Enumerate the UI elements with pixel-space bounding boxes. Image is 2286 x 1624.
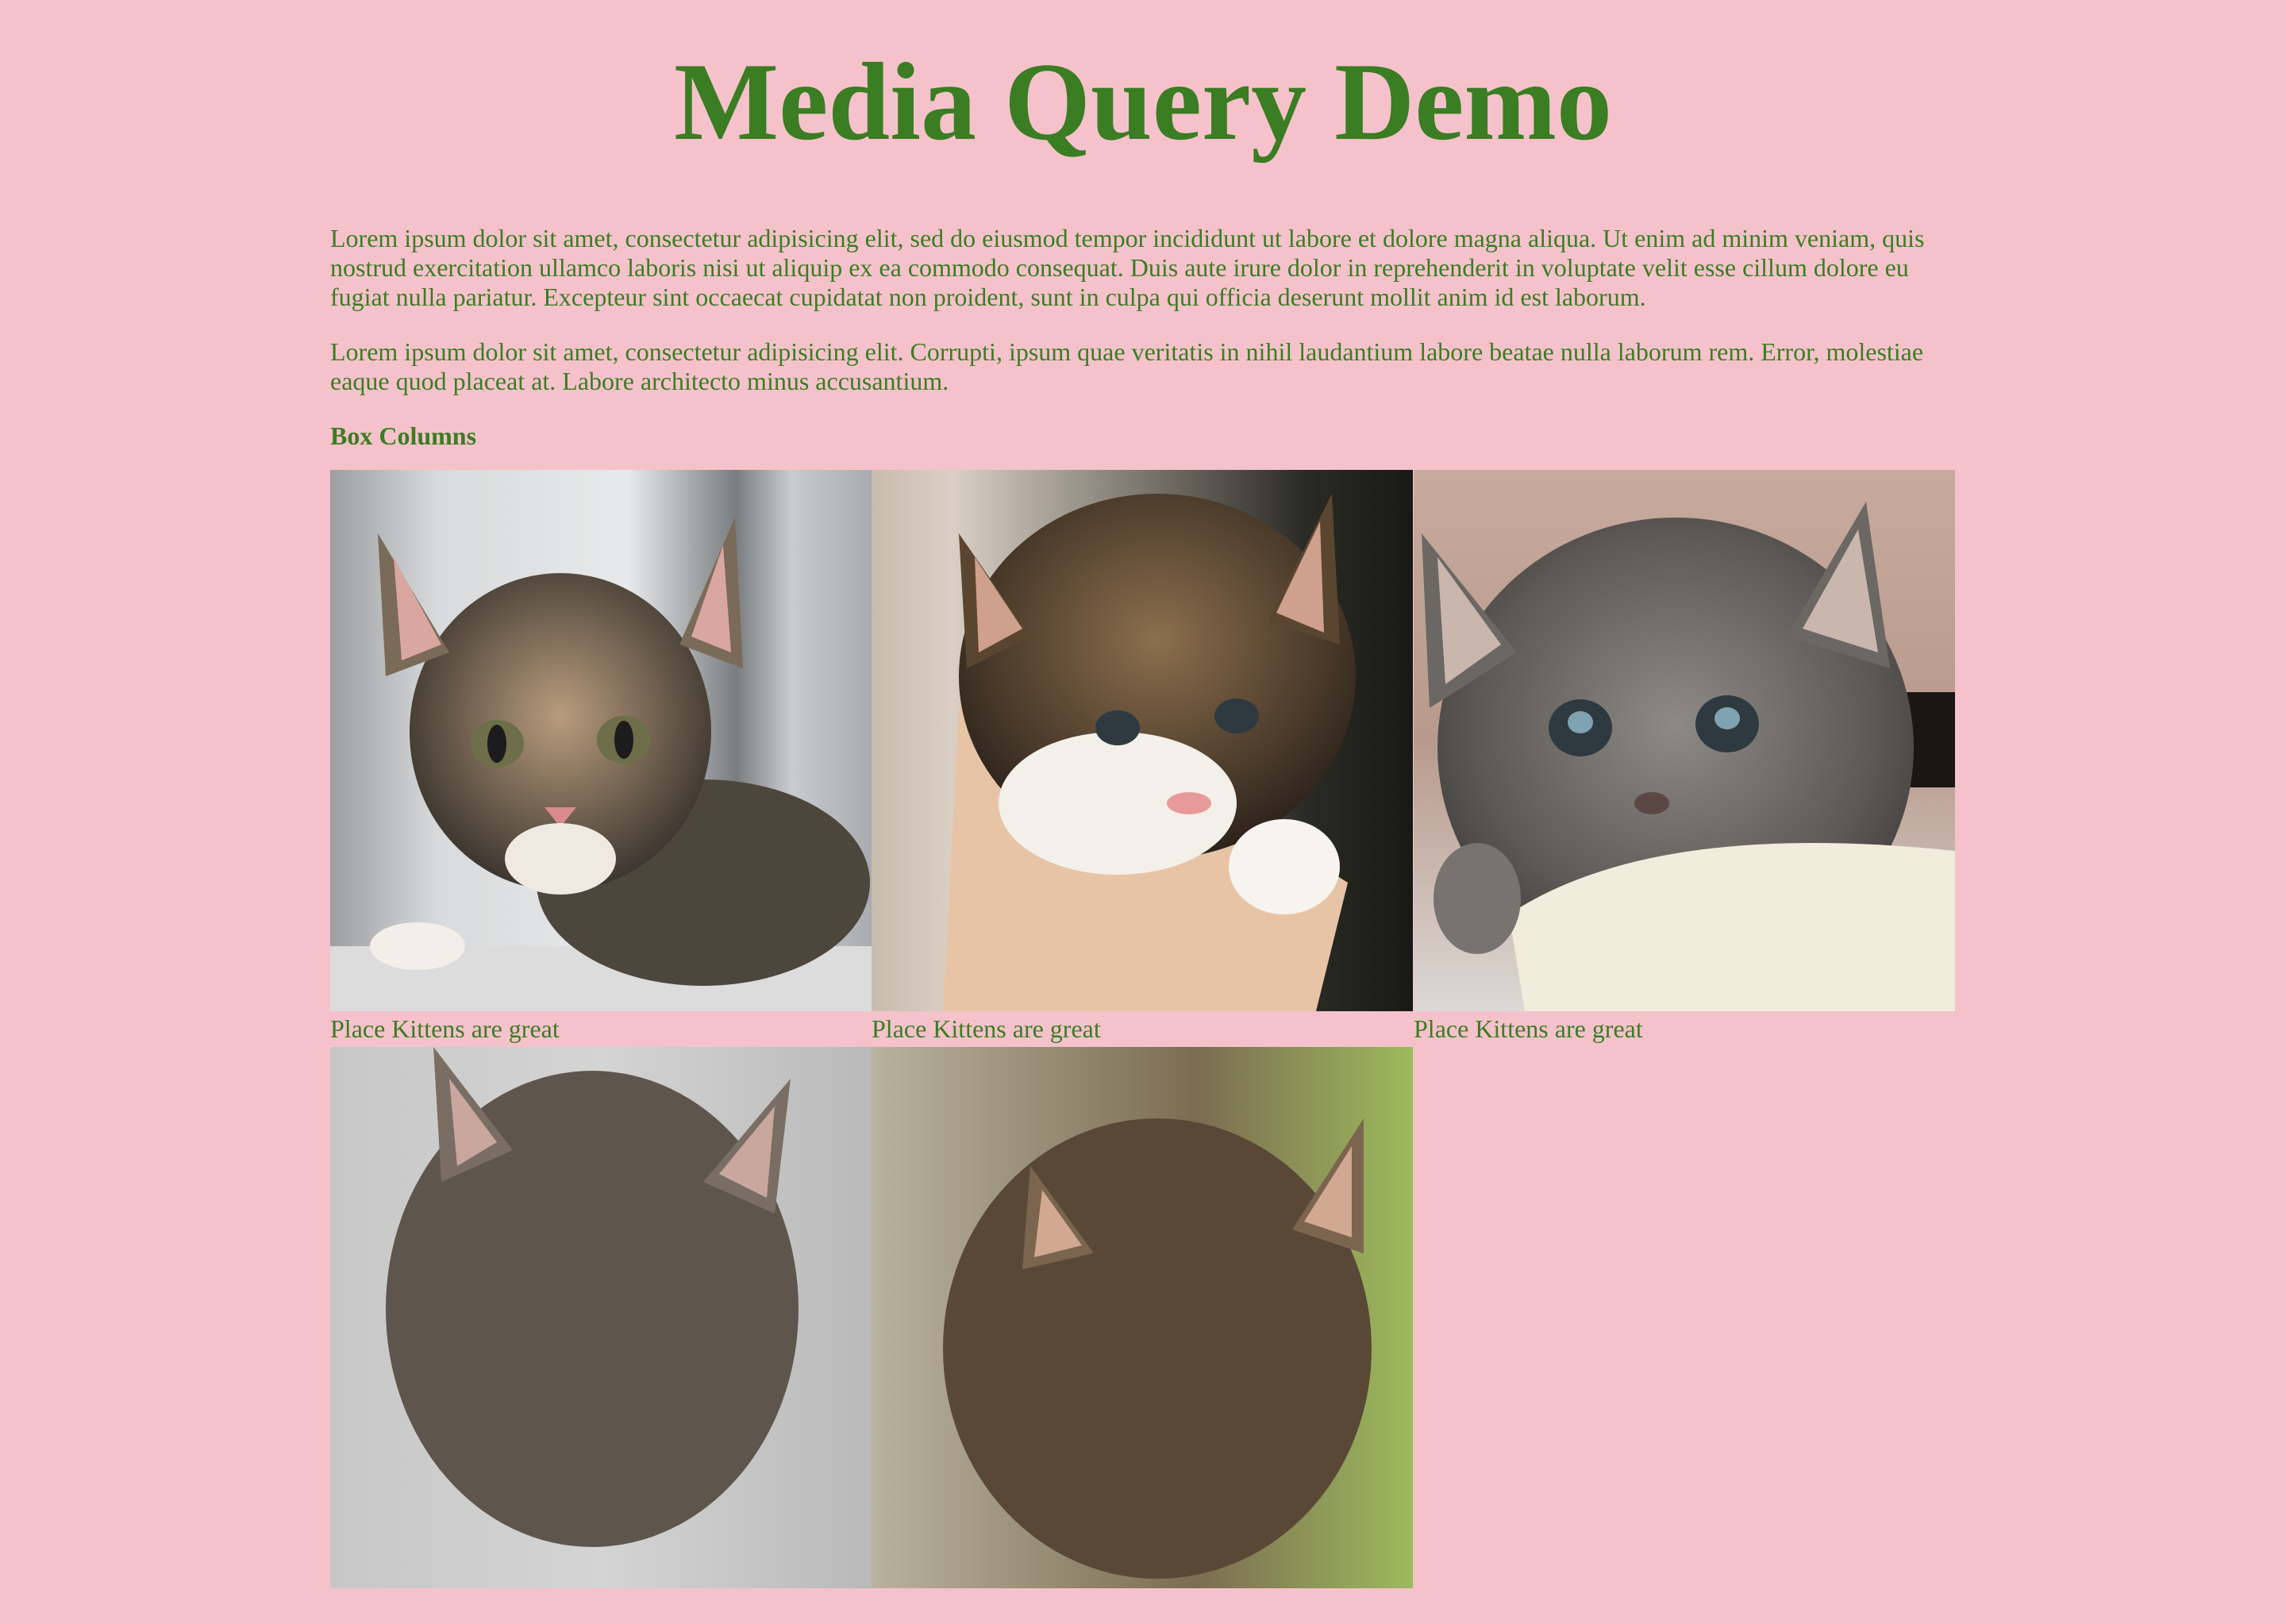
kitten-caption-3: Place Kittens are great [1414, 1014, 1643, 1043]
intro-paragraph-1: Lorem ipsum dolor sit amet, consectetur … [330, 224, 1925, 311]
page-title: Media Query Demo [674, 40, 1612, 164]
kitten-grid: Place Kittens are great Place Kittens ar… [330, 470, 1956, 1624]
kitten-card-3: Place Kittens are great [1414, 470, 1955, 1047]
intro-paragraph-2: Lorem ipsum dolor sit amet, consectetur … [330, 337, 1924, 395]
kitten-photo-1 [330, 470, 872, 1011]
kitten-photo-2 [872, 470, 1413, 1011]
kitten-card-2: Place Kittens are great [872, 470, 1413, 1047]
kitten-caption-1: Place Kittens are great [330, 1014, 560, 1043]
kitten-photo-4 [330, 1047, 872, 1588]
page-container: Media Query Demo Lorem ipsum dolor sit a… [330, 0, 1956, 1624]
kitten-card-5 [872, 1047, 1413, 1624]
kitten-photo-5 [872, 1047, 1413, 1588]
kitten-photo-3 [1414, 470, 1955, 1011]
kitten-caption-4 [330, 1588, 872, 1624]
intro-text: Lorem ipsum dolor sit amet, consectetur … [330, 224, 1956, 396]
kitten-caption-2: Place Kittens are great [872, 1014, 1101, 1043]
kitten-caption-5 [872, 1588, 1413, 1624]
kitten-card-1: Place Kittens are great [330, 470, 872, 1047]
section-heading: Box Columns [330, 421, 477, 450]
kitten-card-4 [330, 1047, 872, 1624]
